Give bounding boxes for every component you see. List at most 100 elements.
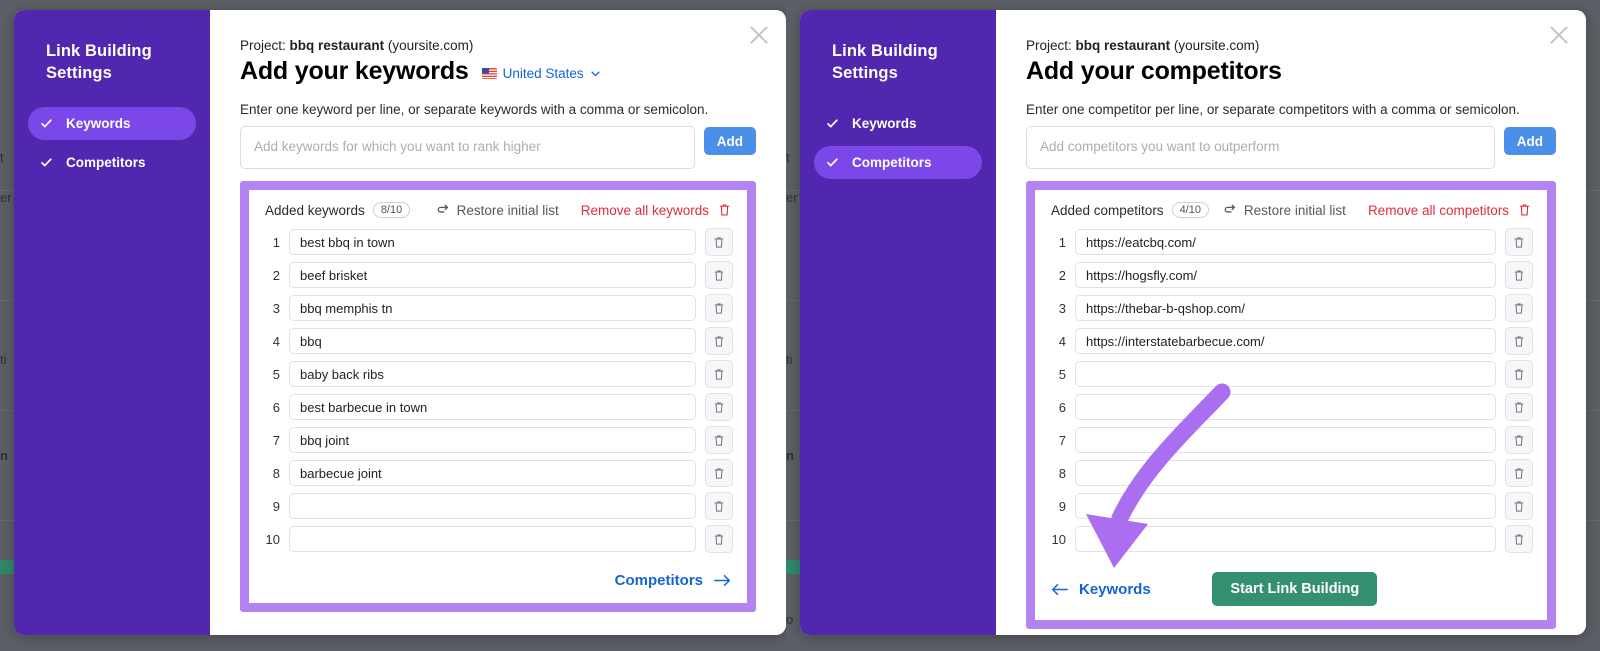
delete-row-button[interactable] (1505, 261, 1533, 289)
list-item: 9 (263, 492, 733, 520)
delete-row-button[interactable] (1505, 492, 1533, 520)
close-icon[interactable] (746, 22, 772, 48)
project-domain: (yoursite.com) (1173, 38, 1260, 53)
us-flag-icon (481, 68, 497, 79)
heading-row: Add your competitors (1026, 57, 1556, 86)
row-index: 3 (272, 300, 280, 316)
trash-icon (719, 204, 730, 216)
locale-selector[interactable]: United States (481, 66, 601, 81)
keyword-field[interactable] (289, 361, 696, 387)
delete-row-button[interactable] (705, 360, 733, 388)
background-text: o (786, 612, 794, 627)
delete-row-button[interactable] (1505, 327, 1533, 355)
delete-row-button[interactable] (705, 492, 733, 520)
page-title: Add your competitors (1026, 57, 1282, 85)
keyword-field[interactable] (289, 460, 696, 486)
keyword-rows: 1 2 (263, 228, 733, 553)
project-domain: (yoursite.com) (387, 38, 474, 53)
sidebar: Link Building Settings Keywords Competit… (800, 10, 996, 635)
list-title: Added keywords (265, 202, 365, 218)
add-button[interactable]: Add (703, 127, 756, 155)
restore-initial-list-button[interactable]: Restore initial list (436, 203, 559, 218)
instructions-text: Enter one keyword per line, or separate … (240, 102, 709, 117)
row-index: 10 (265, 531, 280, 547)
keyword-field[interactable] (289, 328, 696, 354)
delete-row-button[interactable] (1505, 525, 1533, 553)
remove-all-competitors-button[interactable]: Remove all competitors (1368, 203, 1531, 218)
delete-row-button[interactable] (705, 459, 733, 487)
delete-row-button[interactable] (1505, 360, 1533, 388)
delete-row-button[interactable] (705, 426, 733, 454)
delete-row-button[interactable] (1505, 459, 1533, 487)
delete-row-button[interactable] (1505, 228, 1533, 256)
check-icon (827, 157, 838, 166)
back-to-keywords-link[interactable]: Keywords (1051, 581, 1151, 598)
row-index: 4 (1058, 333, 1066, 349)
background-text: t (786, 150, 790, 165)
add-button[interactable]: Add (1503, 127, 1556, 155)
trash-icon (714, 434, 724, 446)
project-line: Project: bbq restaurant (yoursite.com) (240, 38, 756, 53)
row-index: 8 (1058, 465, 1066, 481)
keyword-field[interactable] (289, 295, 696, 321)
trash-icon (714, 467, 724, 479)
trash-icon (1514, 236, 1524, 248)
row-index: 3 (1058, 300, 1066, 316)
competitor-field[interactable] (1075, 229, 1496, 255)
delete-row-button[interactable] (1505, 393, 1533, 421)
row-index: 5 (272, 366, 280, 382)
competitor-field[interactable] (1075, 526, 1496, 552)
delete-row-button[interactable] (705, 294, 733, 322)
keyword-field[interactable] (289, 229, 696, 255)
list-item: 10 (263, 525, 733, 553)
delete-row-button[interactable] (705, 327, 733, 355)
competitor-field[interactable] (1075, 427, 1496, 453)
list-count-badge: 4/10 (1171, 202, 1209, 218)
keyword-field[interactable] (289, 493, 696, 519)
keyword-field[interactable] (289, 427, 696, 453)
remove-all-keywords-button[interactable]: Remove all keywords (581, 203, 731, 218)
next-step-competitors-link[interactable]: Competitors (615, 572, 731, 589)
list-item: 10 (1049, 525, 1533, 553)
competitor-field[interactable] (1075, 328, 1496, 354)
keyword-field[interactable] (289, 394, 696, 420)
delete-row-button[interactable] (705, 261, 733, 289)
competitors-input[interactable] (1026, 126, 1495, 169)
project-name: bbq restaurant (289, 38, 385, 53)
delete-row-button[interactable] (1505, 426, 1533, 454)
delete-row-button[interactable] (705, 525, 733, 553)
keywords-input[interactable] (240, 126, 695, 169)
competitor-field[interactable] (1075, 262, 1496, 288)
delete-row-button[interactable] (1505, 294, 1533, 322)
list-item: 7 (1049, 426, 1533, 454)
keyword-field[interactable] (289, 262, 696, 288)
sidebar-item-competitors[interactable]: Competitors (28, 146, 196, 179)
next-step-label: Competitors (614, 572, 703, 589)
restore-initial-list-button[interactable]: Restore initial list (1223, 203, 1346, 218)
list-item: 7 (263, 426, 733, 454)
competitor-field[interactable] (1075, 361, 1496, 387)
sidebar-item-keywords[interactable]: Keywords (814, 107, 982, 140)
competitor-field[interactable] (1075, 394, 1496, 420)
competitor-field[interactable] (1075, 493, 1496, 519)
restore-icon (437, 204, 448, 213)
competitor-field[interactable] (1075, 295, 1496, 321)
arrow-left-icon (1051, 583, 1068, 595)
row-index: 4 (272, 333, 280, 349)
add-row: Add (1026, 126, 1556, 169)
list-item: 8 (263, 459, 733, 487)
close-icon[interactable] (1546, 22, 1572, 48)
delete-row-button[interactable] (705, 393, 733, 421)
start-link-building-button[interactable]: Start Link Building (1212, 572, 1378, 606)
sidebar-item-competitors[interactable]: Competitors (814, 145, 982, 179)
background-text: ti (0, 352, 7, 367)
trash-icon (714, 500, 724, 512)
competitor-field[interactable] (1075, 460, 1496, 486)
keyword-field[interactable] (289, 526, 696, 552)
project-prefix: Project: (1026, 38, 1072, 53)
modal-body: Project: bbq restaurant (yoursite.com) A… (996, 10, 1586, 635)
project-line: Project: bbq restaurant (yoursite.com) (1026, 38, 1556, 53)
delete-row-button[interactable] (705, 228, 733, 256)
trash-icon (714, 368, 724, 380)
sidebar-item-keywords[interactable]: Keywords (28, 106, 196, 140)
